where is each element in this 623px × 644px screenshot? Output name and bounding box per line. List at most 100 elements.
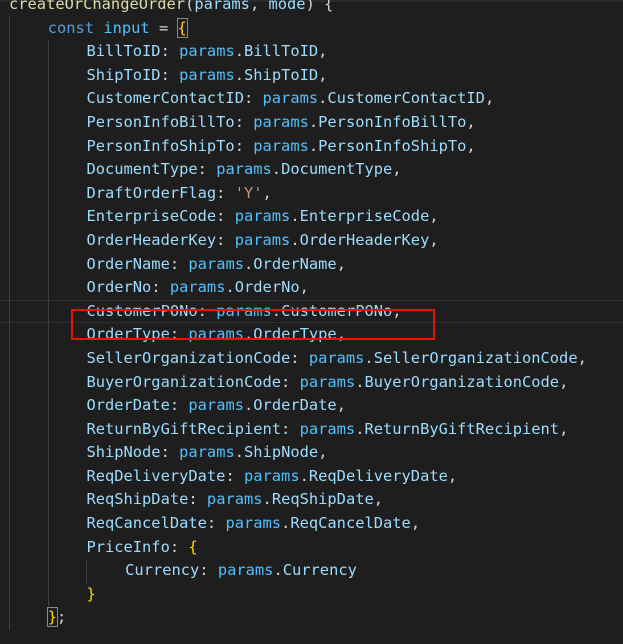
- indent-guide: [47, 464, 49, 489]
- line-priceinfo[interactable]: PriceInfo: {: [0, 535, 623, 560]
- colon: :: [206, 514, 226, 533]
- trailing-comma: ,: [484, 89, 495, 108]
- line-text: CustomerContactID: params.CustomerContac…: [86, 87, 494, 111]
- line-field-documenttype[interactable]: DocumentType: params.DocumentType,: [0, 158, 623, 182]
- line-object-close[interactable]: };: [0, 606, 623, 631]
- line-text: CustomerPONo: params.CustomerPONo,: [86, 301, 401, 323]
- line-text: OrderName: params.OrderName,: [86, 253, 346, 277]
- dot: .: [234, 443, 245, 462]
- indent-guide: [9, 110, 10, 135]
- params-object: params: [188, 325, 244, 344]
- indent-guide: [47, 110, 49, 135]
- indent-guide: [9, 87, 10, 111]
- dot: .: [290, 230, 300, 249]
- line-signature[interactable]: createOrChangeOrder(params, mode) {: [0, 0, 623, 17]
- field-key: PriceInfo: [86, 537, 170, 556]
- line-field-reqdeliverydate[interactable]: ReqDeliveryDate: params.ReqDeliveryDate,: [0, 464, 623, 489]
- line-field-sellerorganizationcode[interactable]: SellerOrganizationCode: params.SellerOrg…: [0, 346, 623, 371]
- trailing-comma: ,: [429, 207, 439, 226]
- field-value: PersonInfoBillTo: [318, 112, 467, 131]
- colon: :: [169, 396, 189, 415]
- priceinfo-close-brace: }: [86, 584, 96, 603]
- dot: .: [225, 278, 235, 297]
- line-field-orderdate[interactable]: OrderDate: params.OrderDate,: [0, 394, 623, 418]
- line-field-orderno[interactable]: OrderNo: params.OrderNo,: [0, 276, 623, 300]
- line-field-reqcanceldate[interactable]: ReqCancelDate: params.ReqCancelDate,: [0, 512, 623, 536]
- line-field-orderheaderkey[interactable]: OrderHeaderKey: params.OrderHeaderKey,: [0, 228, 623, 253]
- trailing-comma: ,: [336, 325, 346, 344]
- params-object: params: [216, 160, 272, 179]
- line-text: ShipNode: params.ShipNode,: [86, 441, 327, 465]
- line-text: SellerOrganizationCode: params.SellerOrg…: [86, 347, 586, 371]
- field-key: DocumentType: [86, 160, 198, 179]
- field-key: DraftOrderFlag: [86, 183, 217, 202]
- line-text: ReqCancelDate: params.ReqCancelDate,: [86, 512, 420, 536]
- colon: :: [216, 207, 235, 226]
- line-field-draftorderflag[interactable]: DraftOrderFlag: 'Y',: [0, 181, 623, 206]
- indent-guide: [9, 16, 10, 41]
- param-mode: mode: [268, 0, 306, 13]
- field-key: BillToID: [86, 42, 161, 61]
- indent-guide: [9, 417, 10, 442]
- params-object: params: [253, 112, 309, 131]
- colon: :: [290, 348, 309, 367]
- line-field-customerpono[interactable]: CustomerPONo: params.CustomerPONo,: [0, 299, 623, 324]
- field-value: ReqDeliveryDate: [308, 466, 448, 485]
- dot: .: [271, 301, 282, 320]
- line-field-personinfobillto[interactable]: PersonInfoBillTo: params.PersonInfoBillT…: [0, 110, 623, 135]
- colon: :: [169, 254, 189, 273]
- line-priceinfo-close[interactable]: }: [0, 582, 623, 607]
- line-field-personinfoshipto[interactable]: PersonInfoShipTo: params.PersonInfoShipT…: [0, 134, 623, 159]
- indent-guide: [9, 606, 10, 631]
- field-value: ShipNode: [244, 443, 319, 462]
- trailing-comma: ,: [392, 160, 402, 179]
- code-editor[interactable]: createOrChangeOrder(params, mode) {const…: [0, 0, 623, 644]
- field-key: OrderName: [86, 254, 170, 273]
- field-value: DocumentType: [281, 160, 393, 179]
- function-name: createOrChangeOrder: [9, 0, 186, 13]
- line-field-returnbygiftrecipient[interactable]: ReturnByGiftRecipient: params.ReturnByGi…: [0, 417, 623, 442]
- indent-guide: [47, 488, 49, 513]
- field-key: SellerOrganizationCode: [86, 348, 291, 367]
- line-field-billtoid[interactable]: BillToID: params.BillToID,: [0, 40, 623, 64]
- line-text: ShipToID: params.ShipToID,: [86, 64, 327, 88]
- line-field-buyerorganizationcode[interactable]: BuyerOrganizationCode: params.BuyerOrgan…: [0, 370, 623, 395]
- indent-guide: [9, 252, 10, 277]
- line-field-shipnode[interactable]: ShipNode: params.ShipNode,: [0, 441, 623, 465]
- indent-guide: [9, 158, 10, 182]
- indent-guide: [9, 464, 10, 489]
- line-text: OrderDate: params.OrderDate,: [86, 394, 346, 418]
- dot: .: [281, 514, 291, 533]
- indent-guide: [47, 252, 49, 277]
- line-text: ReqShipDate: params.ReqShipDate,: [86, 488, 383, 512]
- field-value: BillToID: [244, 42, 319, 61]
- object-close-brace: }: [46, 607, 59, 628]
- line-currency[interactable]: Currency: params.Currency: [0, 559, 623, 583]
- line-field-enterprisecode[interactable]: EnterpriseCode: params.EnterpriseCode,: [0, 205, 623, 229]
- line-field-ordertype[interactable]: OrderType: params.OrderType,: [0, 323, 623, 347]
- line-text: PriceInfo: {: [86, 536, 197, 560]
- trailing-comma: ,: [559, 372, 569, 391]
- line-field-reqshipdate[interactable]: ReqShipDate: params.ReqShipDate,: [0, 488, 623, 513]
- line-field-ordername[interactable]: OrderName: params.OrderName,: [0, 252, 623, 277]
- dot: .: [308, 136, 319, 155]
- colon: :: [234, 136, 254, 155]
- indent-guide: [47, 559, 49, 583]
- line-field-shiptoid[interactable]: ShipToID: params.ShipToID,: [0, 63, 623, 88]
- field-key: BuyerOrganizationCode: [86, 372, 282, 391]
- field-key: ReqDeliveryDate: [86, 466, 226, 485]
- code-lines: createOrChangeOrder(params, mode) {const…: [0, 0, 623, 631]
- field-value: ReturnByGiftRecipient: [364, 419, 560, 438]
- colon: :: [281, 419, 300, 438]
- line-text: const input = {: [48, 17, 188, 41]
- line-text: PersonInfoShipTo: params.PersonInfoShipT…: [86, 135, 475, 159]
- field-value: SellerOrganizationCode: [373, 348, 578, 367]
- params-object: params: [188, 254, 244, 273]
- line-const-input[interactable]: const input = {: [0, 16, 623, 41]
- line-field-customercontactid[interactable]: CustomerContactID: params.CustomerContac…: [0, 87, 623, 111]
- field-value: CustomerPONo: [281, 301, 393, 320]
- field-value: OrderHeaderKey: [299, 230, 430, 249]
- field-key: OrderNo: [86, 278, 152, 297]
- trailing-comma: ,: [318, 42, 328, 61]
- colon: :: [160, 443, 180, 462]
